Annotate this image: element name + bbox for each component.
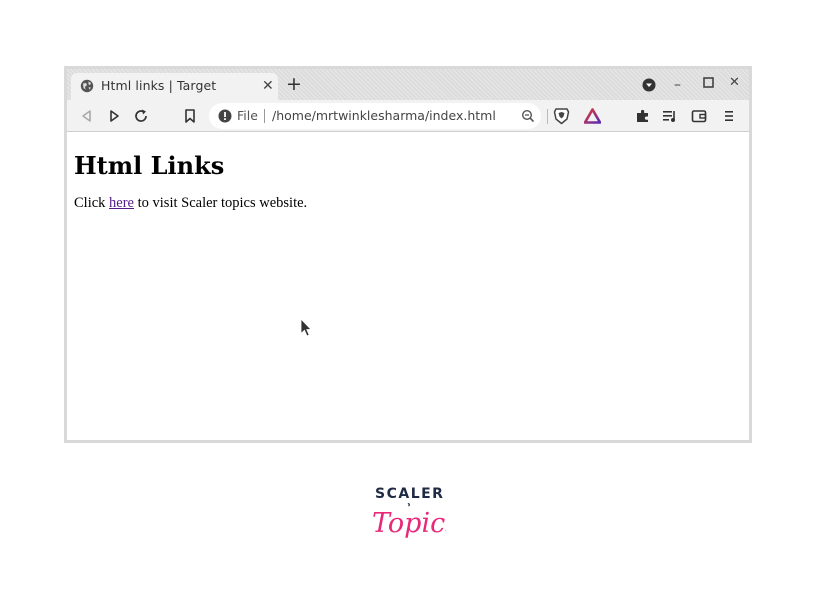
forward-arrow-icon[interactable]: [106, 108, 122, 124]
playlist-icon[interactable]: [662, 108, 678, 124]
puzzle-icon[interactable]: [635, 108, 651, 124]
wallet-icon[interactable]: [691, 108, 707, 124]
logo-topics-wordmark: Topics: [372, 503, 446, 539]
page-paragraph: Click here to visit Scaler topics websit…: [74, 195, 307, 212]
logo-topics-text: Topics: [372, 508, 446, 539]
address-bar[interactable]: File /home/mrtwinklesharma/index.html: [209, 103, 541, 129]
close-window-button[interactable]: ✕: [729, 76, 740, 90]
here-link[interactable]: here: [109, 195, 134, 211]
tab-close-icon[interactable]: ✕: [262, 78, 274, 94]
url-separator: [264, 109, 265, 123]
browser-tab[interactable]: Html links | Target ✕: [71, 73, 278, 100]
zoom-out-icon[interactable]: [521, 109, 535, 123]
new-tab-button[interactable]: +: [286, 74, 302, 94]
scaler-topics-logo: SCALER Topics: [370, 486, 446, 548]
back-arrow-icon[interactable]: [79, 108, 95, 124]
browser-window: Html links | Target ✕ + – ✕ File /home/m…: [64, 66, 752, 443]
profile-dropdown-icon[interactable]: [642, 78, 656, 92]
browser-toolbar: File /home/mrtwinklesharma/index.html: [67, 100, 749, 132]
paragraph-text-after: to visit Scaler topics website.: [134, 195, 308, 211]
url-scheme-label: File: [237, 108, 258, 123]
reload-icon[interactable]: [133, 108, 149, 124]
tab-title: Html links | Target: [101, 78, 217, 93]
hamburger-menu-icon[interactable]: [721, 108, 737, 124]
page-viewport: Html Links Click here to visit Scaler to…: [67, 133, 749, 440]
maximize-button[interactable]: [703, 77, 714, 88]
globe-icon: [80, 79, 94, 93]
url-text[interactable]: /home/mrtwinklesharma/index.html: [272, 108, 496, 123]
tab-strip: Html links | Target ✕ + – ✕: [67, 69, 749, 100]
brave-rewards-icon[interactable]: [584, 108, 601, 124]
page-heading: Html Links: [74, 151, 225, 180]
brave-shield-icon[interactable]: [553, 107, 570, 125]
toolbar-separator: [547, 109, 548, 124]
bookmark-icon[interactable]: [182, 108, 198, 124]
paragraph-text-before: Click: [74, 195, 110, 211]
info-icon[interactable]: [218, 109, 232, 123]
mouse-cursor-icon: [300, 318, 312, 337]
minimize-button[interactable]: –: [674, 78, 681, 92]
